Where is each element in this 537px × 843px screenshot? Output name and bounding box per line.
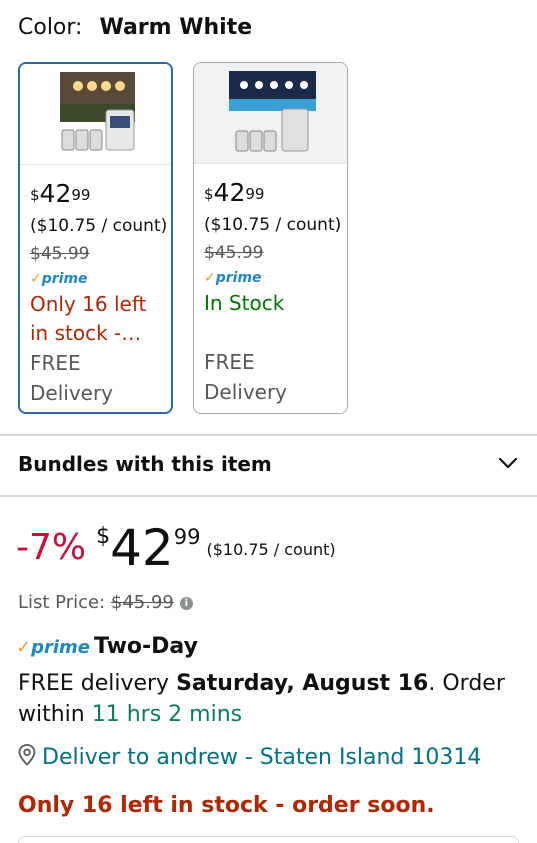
swatch-availability: Only 16 left in stock -… xyxy=(30,292,147,345)
swatch-shipping: FREE Delivery xyxy=(30,351,114,405)
bundles-section-title[interactable]: Bundles with this item xyxy=(18,452,272,476)
divider xyxy=(0,495,537,497)
swatch-list-price: $45.99 xyxy=(30,244,90,264)
prime-delivery-badge: ✓prime Two-Day xyxy=(16,634,198,659)
product-thumbnail xyxy=(20,64,171,165)
discount-percent: -7% xyxy=(16,527,87,568)
swatch-price: $4299 xyxy=(30,179,91,208)
list-price: List Price: $45.99 i xyxy=(18,592,193,613)
main-price: -7% $4299($10.75 / count) xyxy=(16,519,336,577)
prime-check-icon: ✓ xyxy=(30,271,42,287)
swatch-availability: In Stock xyxy=(204,291,285,315)
location-pin-icon xyxy=(18,744,36,772)
color-swatch-2[interactable]: $4299 ($10.75 / count) $45.99 ✓prime In … xyxy=(193,62,348,414)
prime-check-icon: ✓ xyxy=(204,270,216,286)
swatch-list-price: $45.99 xyxy=(204,243,264,263)
swatch-unit-price: ($10.75 / count) xyxy=(30,216,168,236)
prime-badge: ✓prime xyxy=(30,271,88,287)
info-icon[interactable]: i xyxy=(179,597,193,610)
color-value: Warm White xyxy=(99,15,253,40)
deliver-to-link[interactable]: Deliver to andrew - Staten Island 10314 xyxy=(18,744,481,772)
swatch-price: $4299 xyxy=(204,178,265,207)
stock-notice: Only 16 left in stock - order soon. xyxy=(18,793,435,818)
unit-price: ($10.75 / count) xyxy=(206,540,336,559)
color-swatch-1[interactable]: $4299 ($10.75 / count) $45.99 ✓prime Onl… xyxy=(18,62,173,414)
prime-badge: ✓prime xyxy=(204,270,262,286)
product-thumbnail xyxy=(194,63,347,164)
divider xyxy=(0,434,537,436)
prime-check-icon: ✓ xyxy=(16,637,32,658)
chevron-down-icon[interactable] xyxy=(497,452,519,478)
swatch-unit-price: ($10.75 / count) xyxy=(204,215,342,235)
swatch-shipping: FREE Delivery xyxy=(204,350,288,404)
color-label: Color: xyxy=(18,15,83,40)
delivery-countdown: 11 hrs 2 mins xyxy=(91,702,243,727)
delivery-message: FREE delivery Saturday, August 16. Order… xyxy=(18,671,505,727)
color-selector-header: Color: Warm White xyxy=(18,14,252,42)
quantity-selector-edge[interactable] xyxy=(18,836,519,843)
